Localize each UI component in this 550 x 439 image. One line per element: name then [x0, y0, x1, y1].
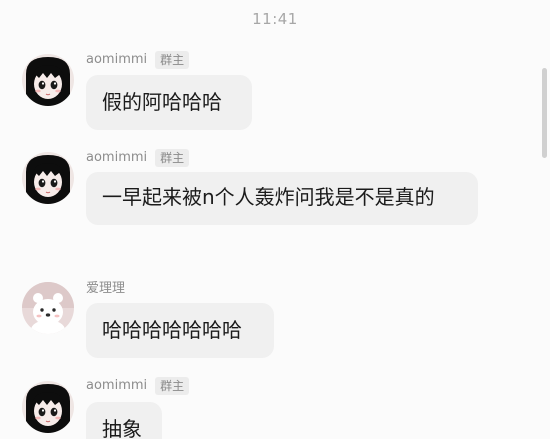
sender-name: aomimmi	[86, 52, 148, 67]
sender-meta: 爱理理	[86, 280, 125, 298]
owner-badge: 群主	[155, 377, 190, 395]
owner-badge: 群主	[155, 51, 190, 69]
chat-screen: 11:41 aomimmi 群主 假的阿哈哈哈 aomimmi 群主 一早起来被…	[0, 0, 550, 439]
girl-avatar-icon[interactable]	[22, 152, 74, 204]
message-bubble[interactable]: 哈哈哈哈哈哈哈	[86, 303, 274, 358]
message-bubble[interactable]: 抽象	[86, 402, 162, 439]
sender-meta: aomimmi 群主	[86, 149, 190, 167]
scrollbar[interactable]	[542, 68, 547, 158]
sender-name: 爱理理	[86, 281, 126, 296]
girl-avatar-icon[interactable]	[22, 54, 74, 106]
owner-badge: 群主	[155, 149, 190, 167]
message-bubble[interactable]: 一早起来被n个人轰炸问我是不是真的	[86, 172, 478, 225]
message-timestamp: 11:41	[252, 10, 298, 28]
message-bubble[interactable]: 假的阿哈哈哈	[86, 75, 252, 130]
sender-meta: aomimmi 群主	[86, 51, 190, 69]
girl-avatar-icon[interactable]	[22, 381, 74, 433]
sender-meta: aomimmi 群主	[86, 377, 190, 395]
sender-name: aomimmi	[86, 150, 148, 165]
bear-avatar-icon[interactable]	[22, 282, 74, 334]
sender-name: aomimmi	[86, 378, 148, 393]
